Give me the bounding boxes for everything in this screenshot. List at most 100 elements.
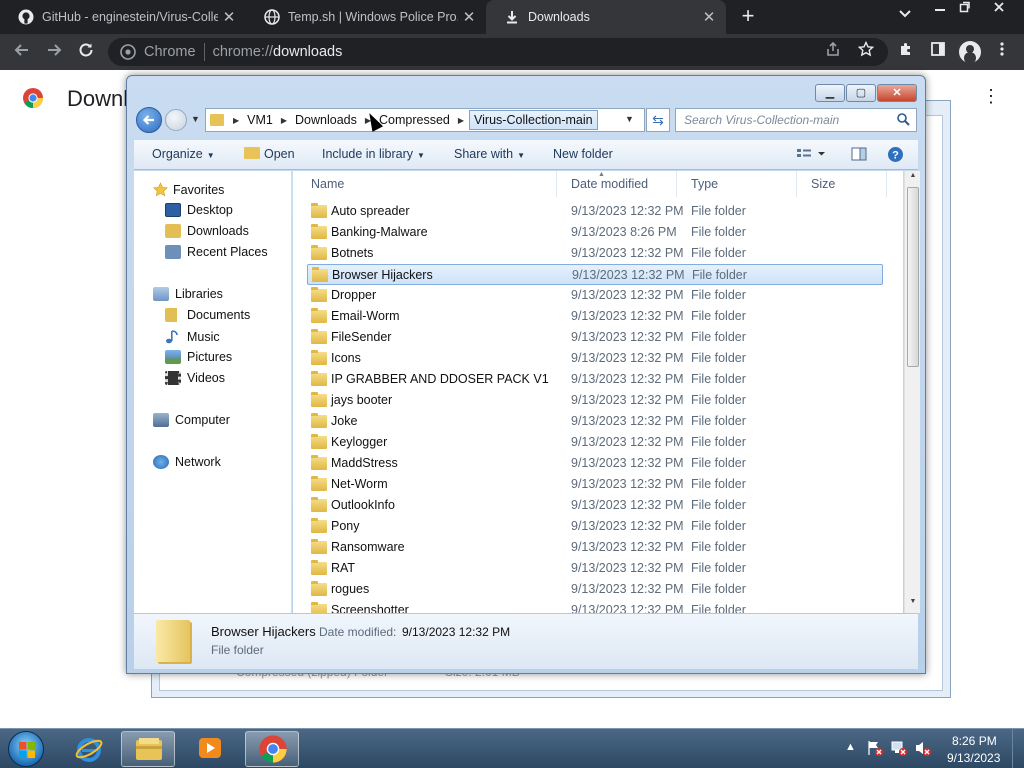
- close-icon[interactable]: ✕: [458, 8, 480, 26]
- nav-favorites[interactable]: Favorites: [153, 182, 224, 197]
- search-icon[interactable]: [897, 113, 910, 126]
- clock-date[interactable]: 9/13/2023: [947, 751, 1000, 765]
- new-folder-button[interactable]: New folder: [553, 147, 613, 161]
- tab-github[interactable]: GitHub - enginestein/Virus-Colle ✕: [0, 0, 246, 34]
- tab-downloads[interactable]: Downloads ✕: [486, 0, 726, 34]
- include-in-library-button[interactable]: Include in library ▼: [322, 147, 425, 161]
- address-history-chevron-icon[interactable]: ▼: [625, 114, 634, 124]
- chevron-right-icon[interactable]: ▶: [276, 116, 292, 125]
- media-player-task[interactable]: [183, 731, 237, 767]
- column-header-name[interactable]: Name: [293, 171, 557, 197]
- table-row[interactable]: jays booter 9/13/2023 12:32 PM File folder: [307, 390, 883, 411]
- network-status-icon[interactable]: [890, 739, 908, 760]
- scroll-up-icon[interactable]: ▲: [905, 172, 921, 186]
- open-button[interactable]: Open: [244, 147, 295, 161]
- table-row[interactable]: IP GRABBER AND DDOSER PACK V1 9/13/2023 1…: [307, 369, 883, 390]
- side-panel-icon[interactable]: [927, 41, 949, 63]
- breadcrumb-downloads[interactable]: Downloads: [292, 113, 360, 127]
- scroll-down-icon[interactable]: ▼: [905, 598, 921, 612]
- more-options-icon[interactable]: ⋮: [982, 86, 1000, 107]
- close-icon[interactable]: ✕: [877, 84, 917, 102]
- chrome-task[interactable]: [245, 731, 299, 767]
- table-row[interactable]: Ransomware 9/13/2023 12:32 PM File folder: [307, 537, 883, 558]
- table-row[interactable]: OutlookInfo 9/13/2023 12:32 PM File folder: [307, 495, 883, 516]
- recent-pages-chevron-icon[interactable]: ▼: [191, 114, 200, 124]
- column-header-date[interactable]: Date modified: [557, 171, 677, 197]
- internet-explorer-task[interactable]: [62, 731, 116, 767]
- chevron-right-icon[interactable]: ▶: [228, 116, 244, 125]
- nav-desktop[interactable]: Desktop: [165, 203, 233, 217]
- refresh-icon[interactable]: ⇆: [646, 108, 670, 132]
- forward-arrow-icon[interactable]: [43, 41, 65, 63]
- table-row[interactable]: Screenshotter 9/13/2023 12:32 PM File fold…: [307, 600, 883, 613]
- table-row[interactable]: Icons 9/13/2023 12:32 PM File folder: [307, 348, 883, 369]
- table-row[interactable]: Keylogger 9/13/2023 12:32 PM File folder: [307, 432, 883, 453]
- close-icon[interactable]: ✕: [218, 8, 240, 26]
- profile-avatar-icon[interactable]: [959, 41, 981, 63]
- nav-downloads[interactable]: Downloads: [165, 224, 249, 238]
- chevron-right-icon[interactable]: ▶: [453, 116, 469, 125]
- table-row[interactable]: Joke 9/13/2023 12:32 PM File folder: [307, 411, 883, 432]
- forward-arrow-icon[interactable]: [165, 109, 187, 131]
- breadcrumb-virus-collection-main[interactable]: Virus-Collection-main: [469, 110, 598, 130]
- table-row[interactable]: Browser Hijackers 9/13/2023 12:32 PM File …: [307, 264, 883, 285]
- column-header-type[interactable]: Type: [677, 171, 797, 197]
- new-tab-button[interactable]: +: [736, 5, 760, 29]
- table-row[interactable]: MaddStress 9/13/2023 12:32 PM File folder: [307, 453, 883, 474]
- nav-recent-places[interactable]: Recent Places: [165, 245, 268, 259]
- table-row[interactable]: Email-Worm 9/13/2023 12:32 PM File folder: [307, 306, 883, 327]
- organize-button[interactable]: Organize ▼: [152, 147, 215, 161]
- breadcrumb-vm1[interactable]: VM1: [244, 113, 276, 127]
- file-explorer-task[interactable]: [121, 731, 175, 767]
- tab-temp-sh[interactable]: Temp.sh | Windows Police Pro.zip ✕: [246, 0, 486, 34]
- nav-videos[interactable]: Videos: [165, 371, 225, 385]
- table-row[interactable]: Dropper 9/13/2023 12:32 PM File folder: [307, 285, 883, 306]
- nav-pictures[interactable]: Pictures: [165, 350, 232, 364]
- table-row[interactable]: Banking-Malware 9/13/2023 8:26 PM File fol…: [307, 222, 883, 243]
- start-button[interactable]: [8, 731, 44, 767]
- volume-muted-icon[interactable]: [914, 739, 932, 760]
- minimize-icon[interactable]: ▁: [815, 84, 845, 102]
- address-bar[interactable]: Chrome chrome://downloads: [108, 38, 888, 66]
- table-row[interactable]: RAT 9/13/2023 12:32 PM File folder: [307, 558, 883, 579]
- breadcrumb[interactable]: ▶ VM1 ▶ Downloads ▶ Compressed ▶ Virus-C…: [205, 108, 645, 132]
- help-icon[interactable]: ?: [887, 146, 904, 166]
- share-icon[interactable]: [822, 41, 844, 63]
- breadcrumb-compressed[interactable]: Compressed: [376, 113, 453, 127]
- back-arrow-icon[interactable]: [11, 41, 33, 63]
- chrome-menu-icon[interactable]: [991, 41, 1013, 63]
- share-with-button[interactable]: Share with ▼: [454, 147, 525, 161]
- close-window-icon[interactable]: [984, 0, 1014, 20]
- bookmark-star-icon[interactable]: [855, 40, 877, 63]
- restore-icon[interactable]: [950, 0, 980, 20]
- nav-network[interactable]: Network: [153, 455, 221, 469]
- table-row[interactable]: Pony 9/13/2023 12:32 PM File folder: [307, 516, 883, 537]
- clock-time[interactable]: 8:26 PM: [952, 734, 997, 748]
- close-icon[interactable]: ✕: [698, 8, 720, 26]
- nav-documents[interactable]: Documents: [165, 308, 250, 322]
- nav-libraries[interactable]: Libraries: [153, 287, 223, 301]
- extensions-puzzle-icon[interactable]: [895, 41, 917, 63]
- change-view-icon[interactable]: [796, 148, 826, 163]
- action-center-flag-icon[interactable]: [866, 739, 884, 760]
- show-hidden-icons-icon[interactable]: ▲: [845, 741, 856, 753]
- reload-icon[interactable]: [75, 41, 97, 63]
- vertical-scrollbar[interactable]: ▲ ▼: [904, 171, 920, 613]
- nav-computer[interactable]: Computer: [153, 413, 230, 427]
- maximize-icon[interactable]: ▢: [846, 84, 876, 102]
- nav-music[interactable]: Music: [165, 329, 220, 344]
- row-date-modified: 9/13/2023 12:32 PM: [571, 372, 684, 386]
- back-arrow-icon[interactable]: [136, 107, 162, 133]
- table-row[interactable]: Botnets 9/13/2023 12:32 PM File folder: [307, 243, 883, 264]
- table-row[interactable]: FileSender 9/13/2023 12:32 PM File folder: [307, 327, 883, 348]
- column-header-size[interactable]: Size: [797, 171, 887, 197]
- show-desktop-button[interactable]: [1012, 729, 1024, 768]
- table-row[interactable]: rogues 9/13/2023 12:32 PM File folder: [307, 579, 883, 600]
- table-row[interactable]: Net-Worm 9/13/2023 12:32 PM File folder: [307, 474, 883, 495]
- search-placeholder: Search Virus-Collection-main: [684, 113, 840, 127]
- chevron-down-icon[interactable]: [895, 8, 915, 26]
- table-row[interactable]: Auto spreader 9/13/2023 12:32 PM File fold…: [307, 201, 883, 222]
- scrollbar-thumb[interactable]: [907, 187, 919, 367]
- search-input[interactable]: Search Virus-Collection-main: [675, 108, 917, 132]
- preview-pane-icon[interactable]: [851, 147, 867, 164]
